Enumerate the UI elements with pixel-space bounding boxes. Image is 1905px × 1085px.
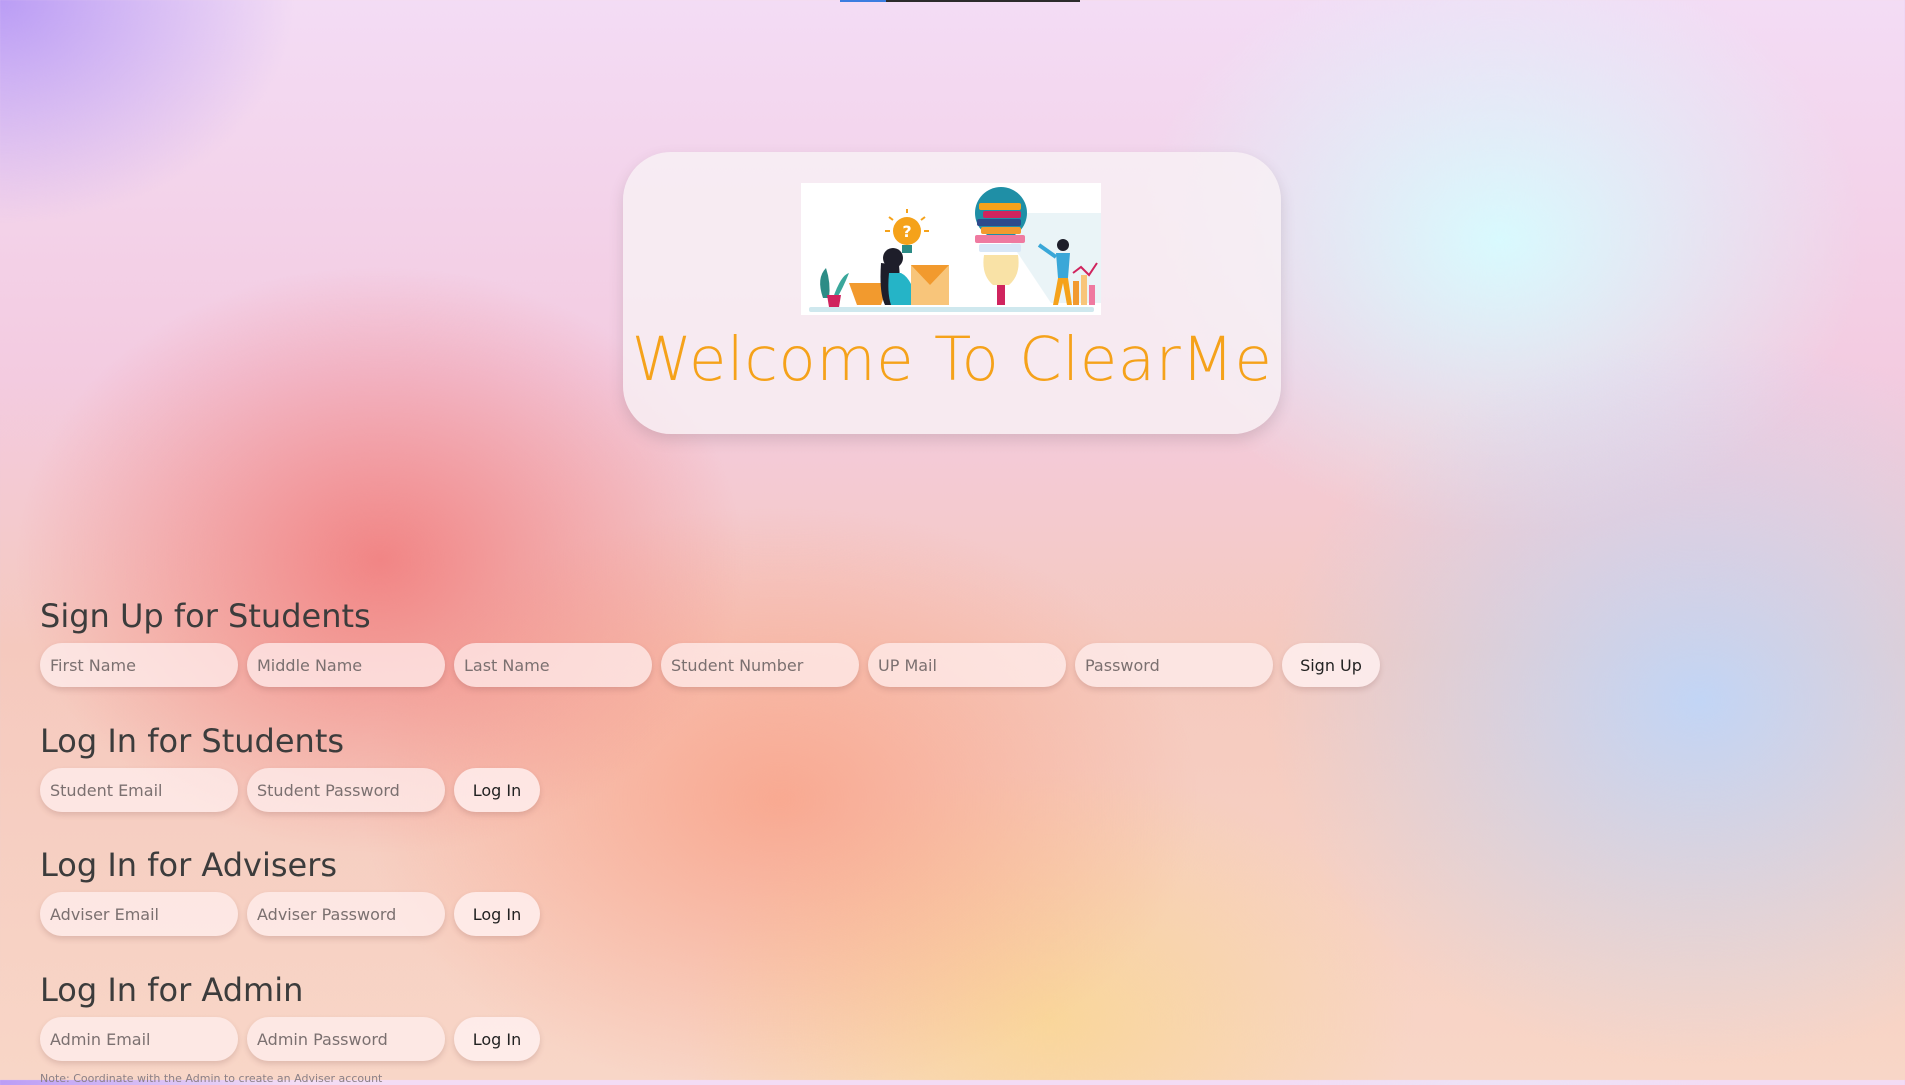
student-login-button[interactable]: Log In (454, 768, 540, 812)
student-password-input[interactable] (247, 768, 445, 812)
admin-login-button[interactable]: Log In (454, 1017, 540, 1061)
middle-name-input[interactable] (247, 643, 445, 687)
admin-password-input[interactable] (247, 1017, 445, 1061)
adviser-password-input[interactable] (247, 892, 445, 936)
welcome-card: ? Welcome To ClearMe (623, 152, 1281, 434)
admin-email-input[interactable] (40, 1017, 238, 1061)
last-name-input[interactable] (454, 643, 652, 687)
adviser-email-input[interactable] (40, 892, 238, 936)
svg-text:?: ? (902, 222, 911, 241)
adviser-login-heading: Log In for Advisers (40, 846, 338, 884)
student-email-input[interactable] (40, 768, 238, 812)
student-number-input[interactable] (661, 643, 859, 687)
up-mail-input[interactable] (868, 643, 1066, 687)
adviser-account-note: Note: Coordinate with the Admin to creat… (40, 1072, 383, 1085)
admin-login-heading: Log In for Admin (40, 971, 304, 1009)
adviser-login-button[interactable]: Log In (454, 892, 540, 936)
top-progress-bar (840, 0, 1080, 2)
signup-password-input[interactable] (1075, 643, 1273, 687)
student-signup-heading: Sign Up for Students (40, 597, 371, 635)
first-name-input[interactable] (40, 643, 238, 687)
education-illustration: ? (801, 183, 1101, 315)
sign-up-button[interactable]: Sign Up (1282, 643, 1380, 687)
top-progress-accent (840, 0, 886, 2)
student-login-heading: Log In for Students (40, 722, 345, 760)
welcome-title: Welcome To ClearMe (631, 324, 1273, 395)
